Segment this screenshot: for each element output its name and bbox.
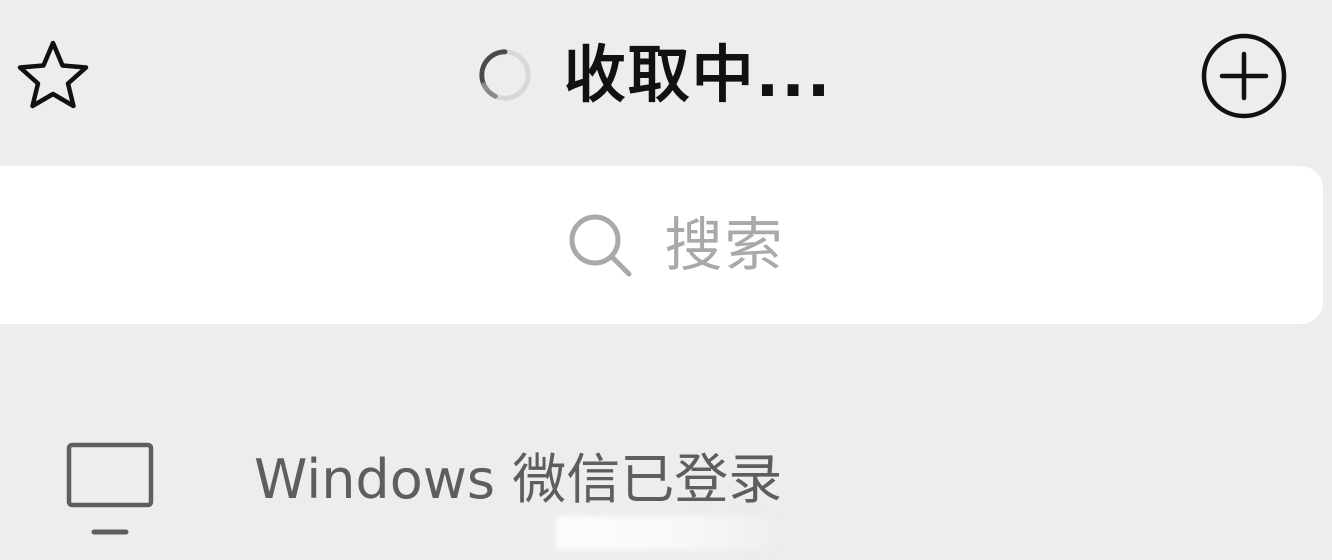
add-circle-icon [1201,33,1287,119]
navigation-bar: 收取中... [0,0,1332,150]
favorites-button[interactable] [14,38,92,110]
search-content: 搜索 [564,209,784,281]
login-notice-label: Windows 微信已登录 [254,448,783,511]
page-title: 收取中... [563,38,833,111]
search-placeholder: 搜索 [664,211,785,279]
loading-spinner-icon [479,49,531,101]
title-group: 收取中... [0,30,1332,120]
monitor-icon [66,442,154,535]
blurred-overlay [556,516,776,550]
add-button[interactable] [1198,30,1290,122]
search-icon [569,214,632,277]
search-bar[interactable]: 搜索 [0,166,1323,324]
star-outline-icon [17,40,89,109]
chat-list-screen: 收取中... 搜索 Windows 微信已登录 [0,0,1332,560]
